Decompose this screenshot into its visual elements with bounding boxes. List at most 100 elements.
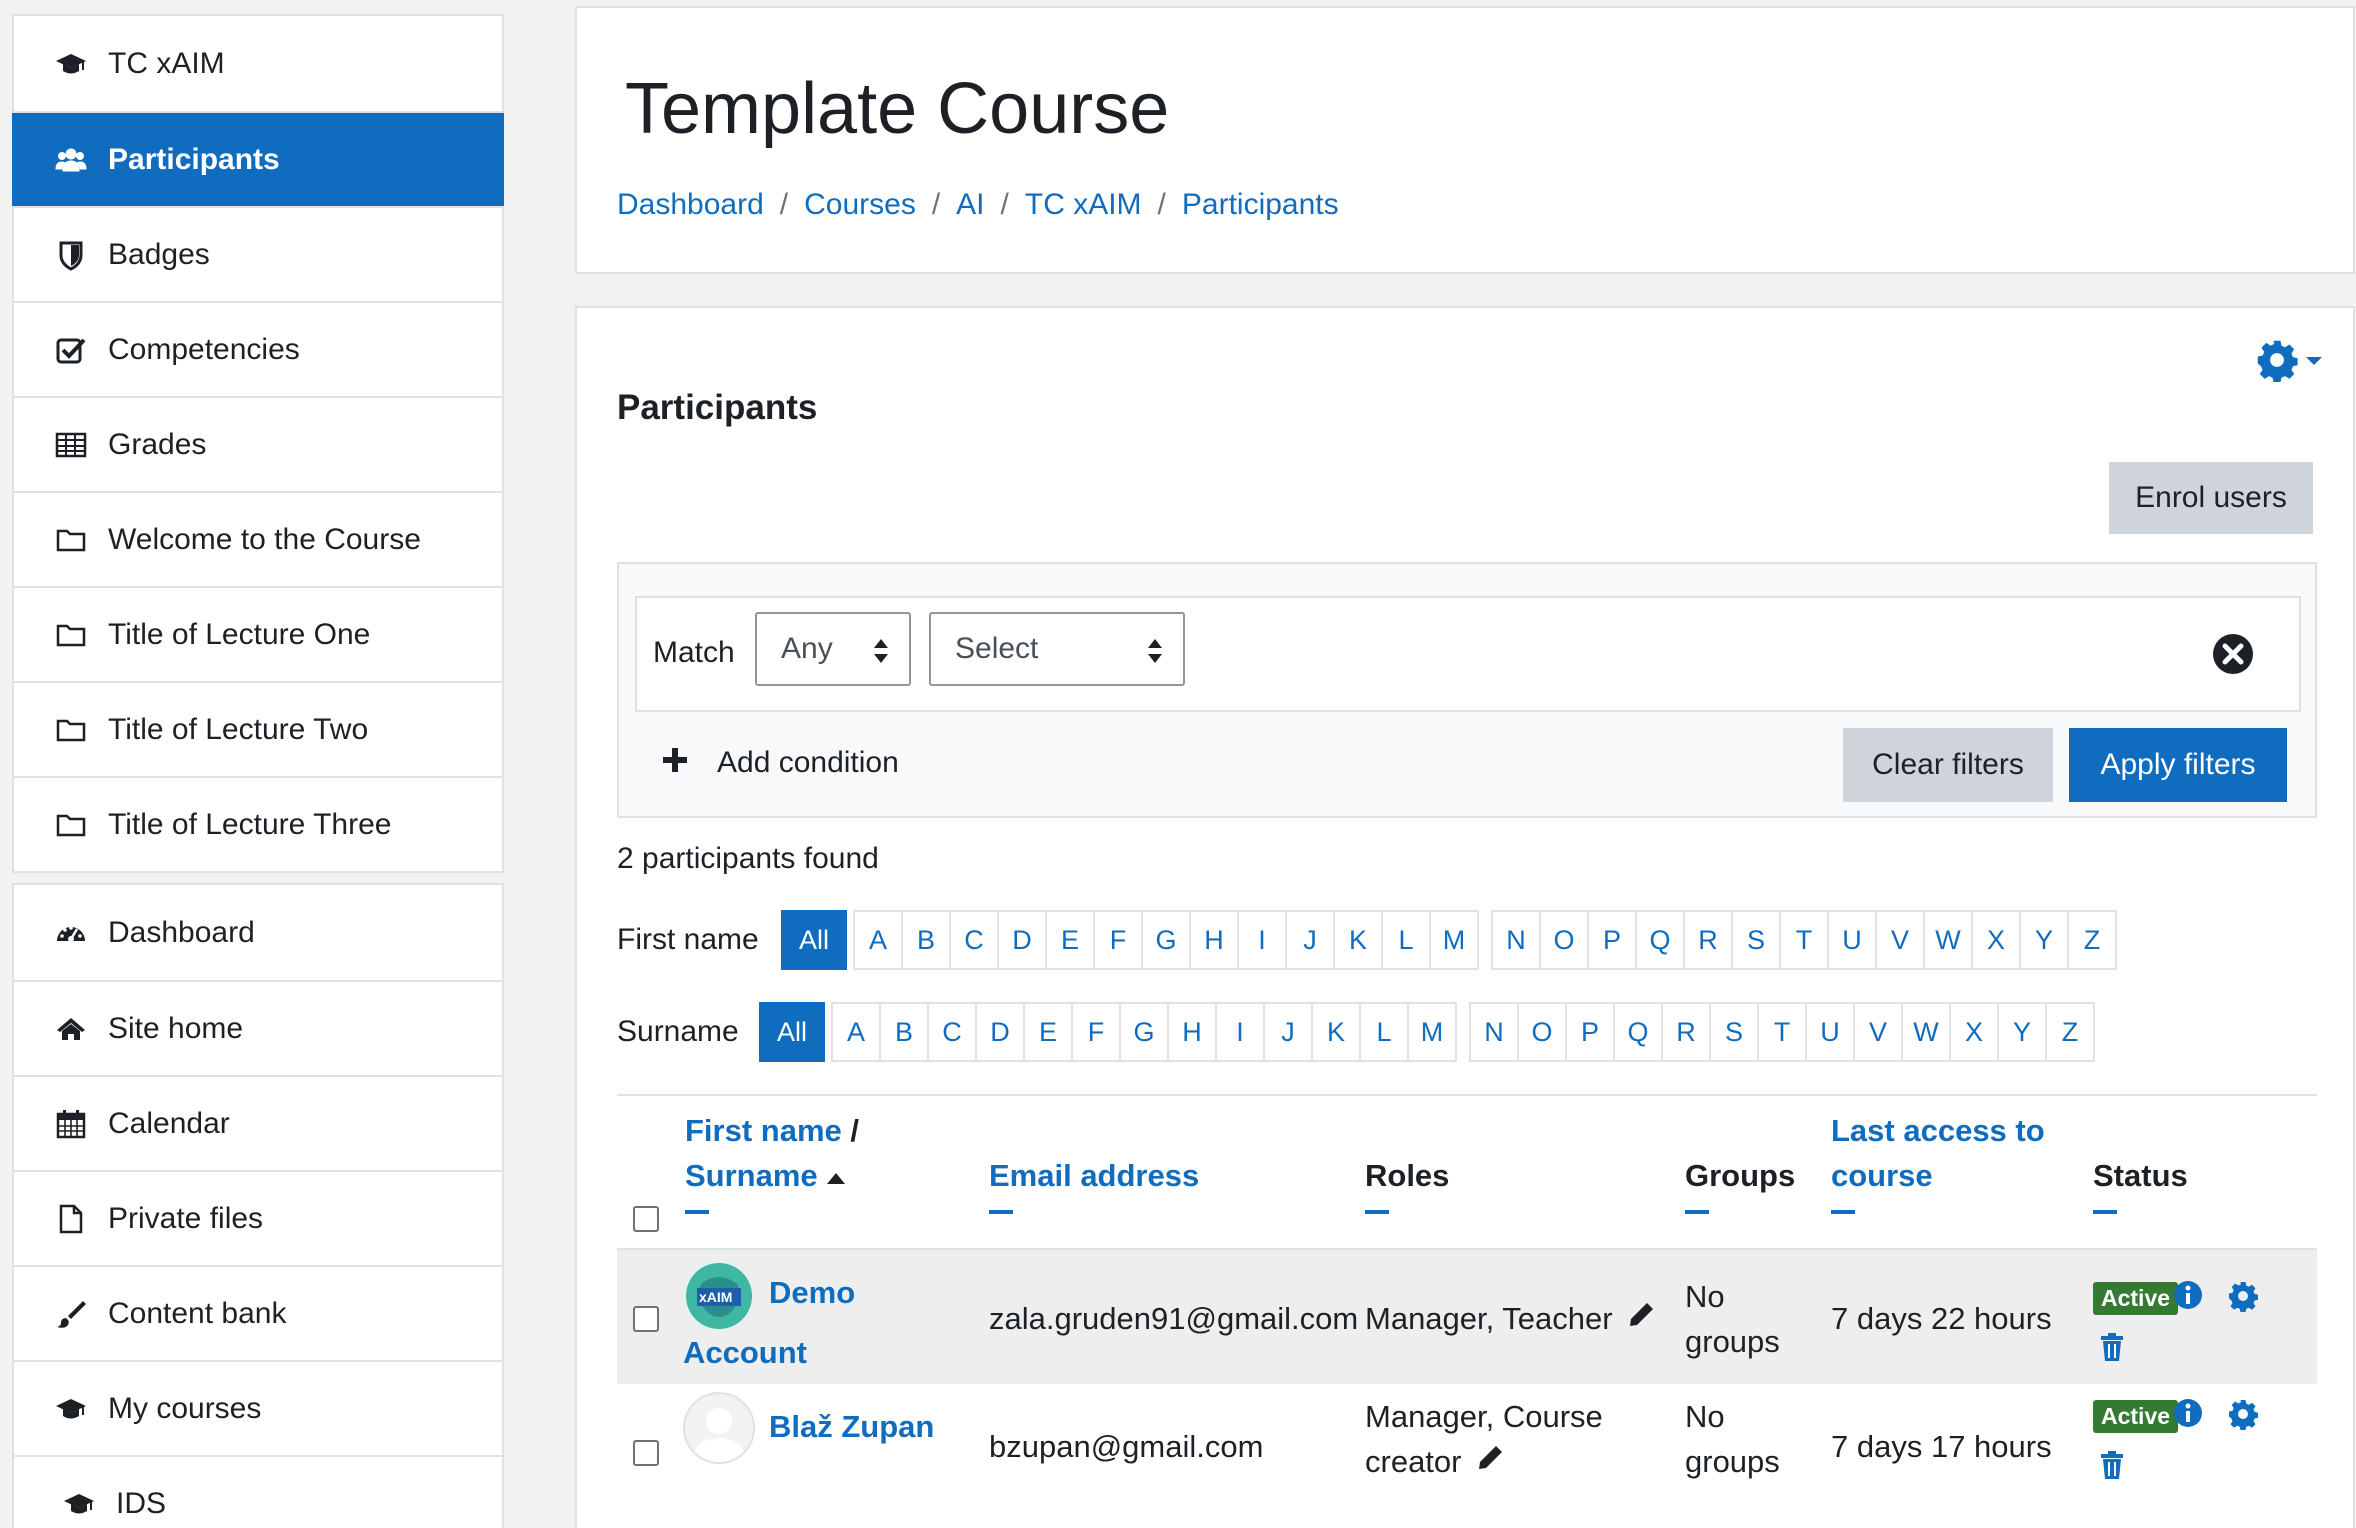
gear-icon[interactable] bbox=[2227, 1280, 2259, 1317]
sidebar-item-site-home[interactable]: Site home bbox=[14, 980, 502, 1075]
trash-icon[interactable] bbox=[2099, 1332, 2125, 1367]
column-header-last-access[interactable]: Last access to course bbox=[1831, 1108, 2045, 1214]
initial-letter[interactable]: E bbox=[1045, 910, 1095, 970]
trash-icon[interactable] bbox=[2099, 1450, 2125, 1485]
info-icon[interactable] bbox=[2173, 1398, 2203, 1433]
initial-letter[interactable]: I bbox=[1237, 910, 1287, 970]
actions-menu[interactable] bbox=[2255, 338, 2323, 387]
initial-letter[interactable]: L bbox=[1381, 910, 1431, 970]
initial-letter[interactable]: F bbox=[1071, 1002, 1121, 1062]
initial-all[interactable]: All bbox=[781, 910, 847, 970]
sidebar-item-lecture-two[interactable]: Title of Lecture Two bbox=[14, 681, 502, 776]
breadcrumb-courses[interactable]: Courses bbox=[804, 188, 916, 222]
initial-letter[interactable]: T bbox=[1757, 1002, 1807, 1062]
initial-letter[interactable]: A bbox=[831, 1002, 881, 1062]
initial-letter[interactable]: G bbox=[1119, 1002, 1169, 1062]
pencil-icon[interactable] bbox=[1476, 1444, 1504, 1479]
participant-name-link[interactable]: Demo bbox=[769, 1270, 855, 1315]
collapse-column-icon[interactable] bbox=[1685, 1210, 1709, 1214]
sidebar-item-badges[interactable]: Badges bbox=[14, 206, 502, 301]
sidebar-item-my-courses[interactable]: My courses bbox=[14, 1360, 502, 1455]
column-header-email[interactable]: Email address bbox=[989, 1153, 1199, 1214]
initial-letter[interactable]: W bbox=[1901, 1002, 1951, 1062]
initial-letter[interactable]: Z bbox=[2067, 910, 2117, 970]
initial-letter[interactable]: Z bbox=[2045, 1002, 2095, 1062]
initial-letter[interactable]: A bbox=[853, 910, 903, 970]
sidebar-item-content-bank[interactable]: Content bank bbox=[14, 1265, 502, 1360]
info-icon[interactable] bbox=[2173, 1280, 2203, 1315]
collapse-column-icon[interactable] bbox=[2093, 1210, 2117, 1214]
breadcrumb-participants[interactable]: Participants bbox=[1182, 188, 1339, 222]
breadcrumb-dashboard[interactable]: Dashboard bbox=[617, 188, 764, 222]
sidebar-item-competencies[interactable]: Competencies bbox=[14, 301, 502, 396]
initial-letter[interactable]: J bbox=[1285, 910, 1335, 970]
sidebar-item-lecture-one[interactable]: Title of Lecture One bbox=[14, 586, 502, 681]
sort-surname-link[interactable]: Surname bbox=[685, 1158, 818, 1193]
remove-condition-icon[interactable] bbox=[2211, 632, 2255, 681]
initial-letter[interactable]: M bbox=[1407, 1002, 1457, 1062]
initial-letter[interactable]: U bbox=[1827, 910, 1877, 970]
initial-letter[interactable]: X bbox=[1971, 910, 2021, 970]
initial-all[interactable]: All bbox=[759, 1002, 825, 1062]
enrol-users-button[interactable]: Enrol users bbox=[2109, 462, 2313, 534]
initial-letter[interactable]: B bbox=[901, 910, 951, 970]
breadcrumb-course[interactable]: TC xAIM bbox=[1025, 188, 1142, 222]
pencil-icon[interactable] bbox=[1627, 1301, 1655, 1336]
participant-name-link[interactable]: Blaž Zupan bbox=[769, 1404, 934, 1449]
breadcrumb-category[interactable]: AI bbox=[956, 188, 984, 222]
sidebar-item-participants[interactable]: Participants bbox=[12, 111, 504, 206]
add-condition-button[interactable]: Add condition bbox=[663, 746, 899, 780]
initial-letter[interactable]: H bbox=[1167, 1002, 1217, 1062]
sidebar-item-welcome[interactable]: Welcome to the Course bbox=[14, 491, 502, 586]
participant-name-link-line2[interactable]: Account bbox=[683, 1330, 807, 1375]
initial-letter[interactable]: L bbox=[1359, 1002, 1409, 1062]
initial-letter[interactable]: N bbox=[1469, 1002, 1519, 1062]
select-all-checkbox[interactable] bbox=[633, 1206, 659, 1232]
initial-letter[interactable]: Q bbox=[1613, 1002, 1663, 1062]
match-select[interactable]: Any bbox=[755, 612, 911, 686]
initial-letter[interactable]: E bbox=[1023, 1002, 1073, 1062]
collapse-column-icon[interactable] bbox=[989, 1210, 1013, 1214]
initial-letter[interactable]: U bbox=[1805, 1002, 1855, 1062]
initial-letter[interactable]: V bbox=[1875, 910, 1925, 970]
row-select-checkbox[interactable] bbox=[633, 1440, 659, 1466]
initial-letter[interactable]: K bbox=[1333, 910, 1383, 970]
initial-letter[interactable]: F bbox=[1093, 910, 1143, 970]
initial-letter[interactable]: J bbox=[1263, 1002, 1313, 1062]
initial-letter[interactable]: G bbox=[1141, 910, 1191, 970]
sidebar-item-grades[interactable]: Grades bbox=[14, 396, 502, 491]
initial-letter[interactable]: B bbox=[879, 1002, 929, 1062]
initial-letter[interactable]: C bbox=[949, 910, 999, 970]
initial-letter[interactable]: H bbox=[1189, 910, 1239, 970]
filter-type-select[interactable]: Select bbox=[929, 612, 1185, 686]
column-header-name[interactable]: First name / Surname bbox=[685, 1108, 859, 1214]
initial-letter[interactable]: M bbox=[1429, 910, 1479, 970]
initial-letter[interactable]: K bbox=[1311, 1002, 1361, 1062]
sidebar-item-course[interactable]: TC xAIM bbox=[14, 16, 502, 111]
initial-letter[interactable]: Q bbox=[1635, 910, 1685, 970]
sidebar-item-private-files[interactable]: Private files bbox=[14, 1170, 502, 1265]
initial-letter[interactable]: D bbox=[975, 1002, 1025, 1062]
collapse-column-icon[interactable] bbox=[1831, 1210, 1855, 1214]
row-select-checkbox[interactable] bbox=[633, 1306, 659, 1332]
sidebar-item-ids[interactable]: IDS bbox=[14, 1455, 502, 1528]
initial-letter[interactable]: Y bbox=[2019, 910, 2069, 970]
clear-filters-button[interactable]: Clear filters bbox=[1843, 728, 2053, 802]
initial-letter[interactable]: P bbox=[1587, 910, 1637, 970]
gear-icon[interactable] bbox=[2227, 1398, 2259, 1435]
initial-letter[interactable]: R bbox=[1683, 910, 1733, 970]
sidebar-item-dashboard[interactable]: Dashboard bbox=[14, 885, 502, 980]
collapse-column-icon[interactable] bbox=[1365, 1210, 1389, 1214]
initial-letter[interactable]: W bbox=[1923, 910, 1973, 970]
initial-letter[interactable]: T bbox=[1779, 910, 1829, 970]
sidebar-item-calendar[interactable]: Calendar bbox=[14, 1075, 502, 1170]
sort-firstname-link[interactable]: First name bbox=[685, 1113, 842, 1148]
initial-letter[interactable]: N bbox=[1491, 910, 1541, 970]
apply-filters-button[interactable]: Apply filters bbox=[2069, 728, 2287, 802]
initial-letter[interactable]: D bbox=[997, 910, 1047, 970]
initial-letter[interactable]: I bbox=[1215, 1002, 1265, 1062]
initial-letter[interactable]: C bbox=[927, 1002, 977, 1062]
initial-letter[interactable]: P bbox=[1565, 1002, 1615, 1062]
initial-letter[interactable]: O bbox=[1539, 910, 1589, 970]
sidebar-item-lecture-three[interactable]: Title of Lecture Three bbox=[14, 776, 502, 871]
